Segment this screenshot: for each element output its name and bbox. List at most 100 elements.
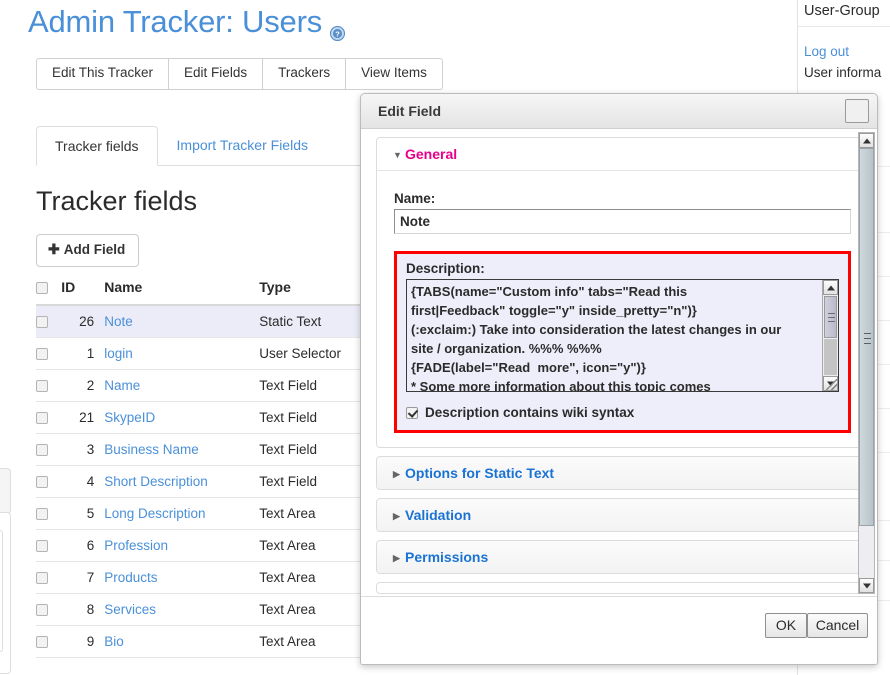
name-input[interactable]: [394, 209, 851, 234]
table-row[interactable]: 7ProductsText Area: [36, 562, 366, 594]
description-annotation-box: Description: {TABS(name="Custom info" ta…: [394, 251, 851, 433]
row-checkbox[interactable]: [36, 540, 48, 552]
accordion-label-options-for-static-text: Options for Static Text: [405, 465, 554, 481]
description-scrollbar[interactable]: [822, 280, 838, 391]
field-name-link[interactable]: Services: [104, 602, 156, 617]
cancel-button[interactable]: Cancel: [807, 613, 868, 638]
accordion-next-partial[interactable]: [376, 582, 869, 594]
tab-tracker-fields[interactable]: Tracker fields: [36, 126, 158, 166]
field-name-link[interactable]: Short Description: [104, 474, 208, 489]
row-id: 26: [61, 305, 104, 338]
row-select-cell: [36, 434, 61, 466]
arrow-up-icon: [827, 285, 835, 290]
offscreen-panel-stub-inner: [0, 530, 3, 652]
dialog-scroll-down-button[interactable]: [859, 578, 874, 593]
field-name-link[interactable]: Name: [104, 378, 140, 393]
field-name-link[interactable]: Long Description: [104, 506, 205, 521]
scroll-grip-3: [828, 321, 835, 322]
select-all-header: [36, 279, 61, 305]
row-checkbox[interactable]: [36, 412, 48, 424]
table-row[interactable]: 6ProfessionText Area: [36, 530, 366, 562]
accordion-body-general: Name: Description: {TABS(name="Custom in…: [377, 171, 868, 447]
table-row[interactable]: 1loginUser Selector: [36, 338, 366, 370]
section-title: Tracker fields: [36, 186, 197, 217]
table-row[interactable]: 9BioText Area: [36, 626, 366, 658]
accordion-header-general[interactable]: ▼General: [377, 138, 868, 171]
header-type[interactable]: Type: [259, 279, 366, 305]
header-id[interactable]: ID: [61, 279, 104, 305]
table-row[interactable]: 2NameText Field: [36, 370, 366, 402]
sidebar-text-user-information[interactable]: User informa: [804, 62, 890, 83]
description-scroll-thumb[interactable]: [824, 296, 837, 338]
row-type: Static Text: [259, 305, 366, 338]
row-checkbox[interactable]: [36, 476, 48, 488]
row-type: Text Field: [259, 466, 366, 498]
field-name-link[interactable]: Bio: [104, 634, 124, 649]
select-all-checkbox[interactable]: [36, 282, 48, 294]
description-scroll-track[interactable]: [824, 339, 837, 375]
sidebar-body: Log out User informa: [798, 27, 890, 83]
name-label: Name:: [394, 191, 851, 206]
table-row[interactable]: 26Note Static Text: [36, 305, 366, 338]
field-name-link[interactable]: Note: [104, 314, 133, 329]
top-tab-trackers[interactable]: Trackers: [262, 58, 345, 90]
field-name-link[interactable]: Profession: [104, 538, 168, 553]
plus-icon: ✚: [48, 241, 60, 257]
top-tab-bar: Edit This Tracker Edit Fields Trackers V…: [36, 58, 443, 90]
tab-import-tracker-fields[interactable]: Import Tracker Fields: [158, 125, 327, 165]
accordion-permissions: ▶Permissions: [376, 540, 869, 574]
row-select-cell: [36, 594, 61, 626]
row-checkbox[interactable]: [36, 572, 48, 584]
scroll-up-button[interactable]: [823, 280, 838, 295]
row-id: 7: [61, 562, 104, 594]
dialog-scrollbar[interactable]: [858, 132, 875, 594]
svg-text:?: ?: [335, 30, 340, 39]
row-checkbox[interactable]: [36, 316, 48, 328]
row-checkbox[interactable]: [36, 604, 48, 616]
row-checkbox[interactable]: [36, 508, 48, 520]
chevron-down-icon: ▼: [393, 150, 405, 160]
dialog-scroll-up-button[interactable]: [859, 133, 874, 148]
row-name: Short Description: [104, 466, 259, 498]
close-icon[interactable]: [845, 99, 869, 123]
description-textarea[interactable]: {TABS(name="Custom info" tabs="Read this…: [406, 279, 839, 392]
table-row[interactable]: 21SkypeIDText Field: [36, 402, 366, 434]
table-row[interactable]: 8ServicesText Area: [36, 594, 366, 626]
field-name-link[interactable]: login: [104, 346, 133, 361]
header-name[interactable]: Name: [104, 279, 259, 305]
row-id: 21: [61, 402, 104, 434]
row-checkbox[interactable]: [36, 380, 48, 392]
row-name: Long Description: [104, 498, 259, 530]
row-name: Business Name: [104, 434, 259, 466]
row-checkbox[interactable]: [36, 444, 48, 456]
top-tab-edit-fields[interactable]: Edit Fields: [168, 58, 262, 90]
accordion-header-validation[interactable]: ▶Validation: [377, 499, 868, 531]
dialog-scroll-grip-3: [864, 343, 871, 344]
accordion-general: ▼General Name: Description: {TABS(name="…: [376, 137, 869, 448]
wiki-syntax-checkbox[interactable]: [406, 407, 418, 419]
row-checkbox[interactable]: [36, 348, 48, 360]
add-field-button[interactable]: ✚Add Field: [36, 234, 139, 267]
row-name: login: [104, 338, 259, 370]
field-name-link[interactable]: SkypeID: [104, 410, 155, 425]
top-tab-edit-this-tracker[interactable]: Edit This Tracker: [36, 58, 168, 90]
table-row[interactable]: 3Business NameText Field: [36, 434, 366, 466]
top-tab-view-items[interactable]: View Items: [345, 58, 443, 90]
table-row[interactable]: 5Long DescriptionText Area: [36, 498, 366, 530]
field-name-link[interactable]: Products: [104, 570, 157, 585]
help-circle-icon[interactable]: ?: [330, 13, 345, 28]
row-select-cell: [36, 305, 61, 338]
accordion-header-permissions[interactable]: ▶Permissions: [377, 541, 868, 573]
ok-button[interactable]: OK: [765, 613, 807, 638]
dialog-scroll-grip-2: [864, 338, 871, 339]
resize-handle-icon[interactable]: [826, 379, 837, 390]
dialog-title-bar[interactable]: Edit Field: [361, 94, 877, 129]
table-row[interactable]: 4Short DescriptionText Field: [36, 466, 366, 498]
row-name: Services: [104, 594, 259, 626]
row-checkbox[interactable]: [36, 636, 48, 648]
accordion-header-options-for-static-text[interactable]: ▶Options for Static Text: [377, 457, 868, 489]
sidebar-link-log-out[interactable]: Log out: [804, 41, 890, 62]
dialog-scroll-thumb[interactable]: [859, 148, 874, 526]
accordion-options-for-static-text: ▶Options for Static Text: [376, 456, 869, 490]
field-name-link[interactable]: Business Name: [104, 442, 199, 457]
